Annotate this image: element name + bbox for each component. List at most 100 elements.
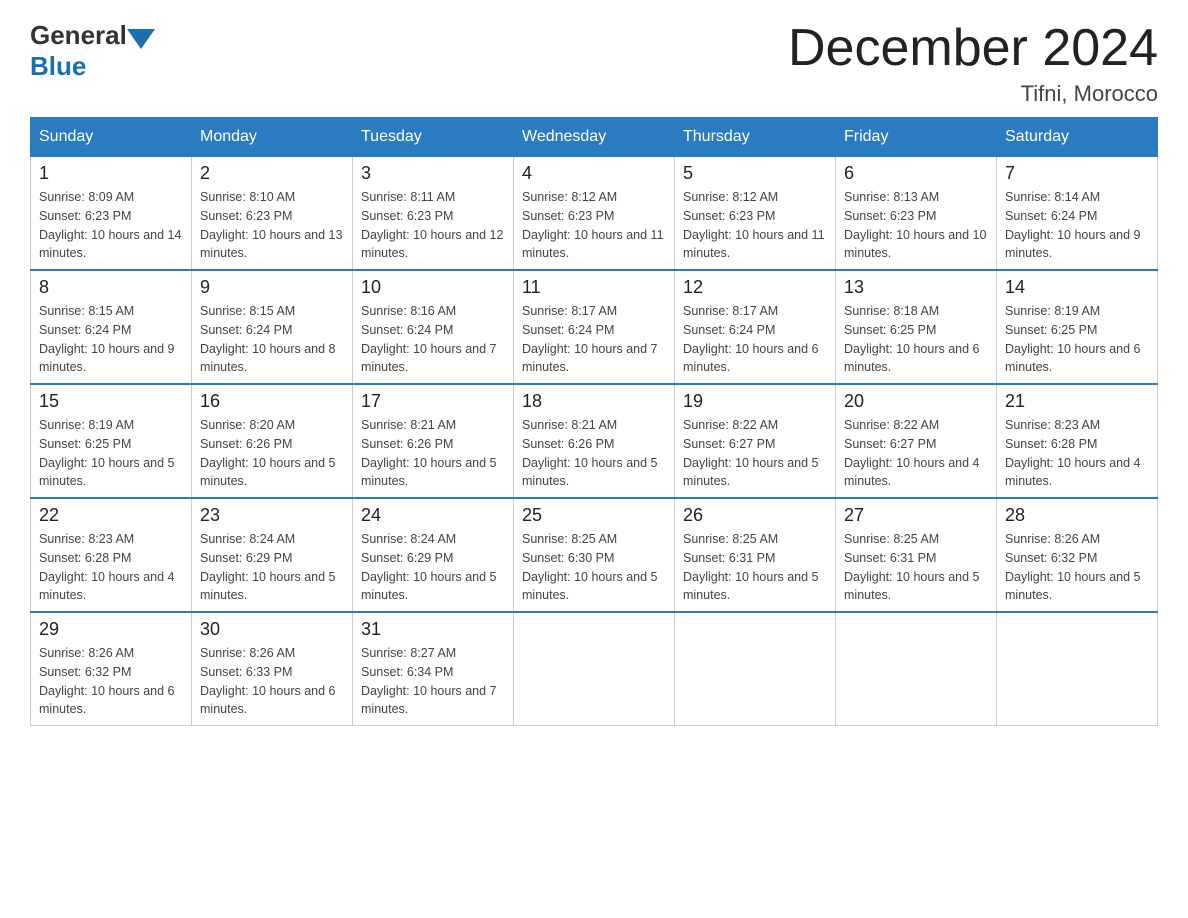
day-number: 3 (361, 163, 505, 184)
calendar-cell (997, 612, 1158, 726)
calendar-cell: 4 Sunrise: 8:12 AM Sunset: 6:23 PM Dayli… (514, 157, 675, 271)
calendar-cell: 15 Sunrise: 8:19 AM Sunset: 6:25 PM Dayl… (31, 384, 192, 498)
day-info: Sunrise: 8:26 AM Sunset: 6:32 PM Dayligh… (1005, 530, 1149, 605)
day-info: Sunrise: 8:12 AM Sunset: 6:23 PM Dayligh… (522, 188, 666, 263)
day-number: 27 (844, 505, 988, 526)
day-info: Sunrise: 8:25 AM Sunset: 6:30 PM Dayligh… (522, 530, 666, 605)
day-info: Sunrise: 8:20 AM Sunset: 6:26 PM Dayligh… (200, 416, 344, 491)
day-number: 24 (361, 505, 505, 526)
day-info: Sunrise: 8:14 AM Sunset: 6:24 PM Dayligh… (1005, 188, 1149, 263)
calendar-cell: 10 Sunrise: 8:16 AM Sunset: 6:24 PM Dayl… (353, 270, 514, 384)
day-info: Sunrise: 8:10 AM Sunset: 6:23 PM Dayligh… (200, 188, 344, 263)
calendar-cell: 17 Sunrise: 8:21 AM Sunset: 6:26 PM Dayl… (353, 384, 514, 498)
calendar-cell: 24 Sunrise: 8:24 AM Sunset: 6:29 PM Dayl… (353, 498, 514, 612)
day-info: Sunrise: 8:09 AM Sunset: 6:23 PM Dayligh… (39, 188, 183, 263)
calendar-header-row: Sunday Monday Tuesday Wednesday Thursday… (31, 118, 1158, 157)
day-info: Sunrise: 8:22 AM Sunset: 6:27 PM Dayligh… (683, 416, 827, 491)
day-number: 10 (361, 277, 505, 298)
logo-blue-text: Blue (30, 51, 86, 82)
day-number: 22 (39, 505, 183, 526)
day-number: 2 (200, 163, 344, 184)
col-monday: Monday (192, 118, 353, 157)
logo: General Blue (30, 20, 155, 82)
day-info: Sunrise: 8:23 AM Sunset: 6:28 PM Dayligh… (39, 530, 183, 605)
day-number: 1 (39, 163, 183, 184)
week-row-3: 15 Sunrise: 8:19 AM Sunset: 6:25 PM Dayl… (31, 384, 1158, 498)
day-info: Sunrise: 8:13 AM Sunset: 6:23 PM Dayligh… (844, 188, 988, 263)
day-info: Sunrise: 8:21 AM Sunset: 6:26 PM Dayligh… (522, 416, 666, 491)
day-number: 25 (522, 505, 666, 526)
logo-general-text: General (30, 20, 127, 51)
calendar-cell: 6 Sunrise: 8:13 AM Sunset: 6:23 PM Dayli… (836, 157, 997, 271)
day-info: Sunrise: 8:12 AM Sunset: 6:23 PM Dayligh… (683, 188, 827, 263)
week-row-4: 22 Sunrise: 8:23 AM Sunset: 6:28 PM Dayl… (31, 498, 1158, 612)
calendar-cell: 1 Sunrise: 8:09 AM Sunset: 6:23 PM Dayli… (31, 157, 192, 271)
calendar-cell: 7 Sunrise: 8:14 AM Sunset: 6:24 PM Dayli… (997, 157, 1158, 271)
day-number: 17 (361, 391, 505, 412)
calendar-cell: 27 Sunrise: 8:25 AM Sunset: 6:31 PM Dayl… (836, 498, 997, 612)
calendar-cell: 12 Sunrise: 8:17 AM Sunset: 6:24 PM Dayl… (675, 270, 836, 384)
day-info: Sunrise: 8:19 AM Sunset: 6:25 PM Dayligh… (1005, 302, 1149, 377)
calendar-cell: 19 Sunrise: 8:22 AM Sunset: 6:27 PM Dayl… (675, 384, 836, 498)
day-info: Sunrise: 8:21 AM Sunset: 6:26 PM Dayligh… (361, 416, 505, 491)
title-block: December 2024 Tifni, Morocco (788, 20, 1158, 107)
week-row-2: 8 Sunrise: 8:15 AM Sunset: 6:24 PM Dayli… (31, 270, 1158, 384)
day-info: Sunrise: 8:15 AM Sunset: 6:24 PM Dayligh… (39, 302, 183, 377)
calendar-cell: 3 Sunrise: 8:11 AM Sunset: 6:23 PM Dayli… (353, 157, 514, 271)
calendar-cell: 29 Sunrise: 8:26 AM Sunset: 6:32 PM Dayl… (31, 612, 192, 726)
day-number: 18 (522, 391, 666, 412)
calendar-cell: 13 Sunrise: 8:18 AM Sunset: 6:25 PM Dayl… (836, 270, 997, 384)
col-tuesday: Tuesday (353, 118, 514, 157)
day-number: 12 (683, 277, 827, 298)
calendar-cell: 22 Sunrise: 8:23 AM Sunset: 6:28 PM Dayl… (31, 498, 192, 612)
day-number: 23 (200, 505, 344, 526)
day-info: Sunrise: 8:17 AM Sunset: 6:24 PM Dayligh… (522, 302, 666, 377)
day-info: Sunrise: 8:26 AM Sunset: 6:32 PM Dayligh… (39, 644, 183, 719)
day-info: Sunrise: 8:16 AM Sunset: 6:24 PM Dayligh… (361, 302, 505, 377)
calendar-cell: 14 Sunrise: 8:19 AM Sunset: 6:25 PM Dayl… (997, 270, 1158, 384)
day-info: Sunrise: 8:24 AM Sunset: 6:29 PM Dayligh… (200, 530, 344, 605)
day-number: 14 (1005, 277, 1149, 298)
day-info: Sunrise: 8:26 AM Sunset: 6:33 PM Dayligh… (200, 644, 344, 719)
col-wednesday: Wednesday (514, 118, 675, 157)
calendar-cell: 2 Sunrise: 8:10 AM Sunset: 6:23 PM Dayli… (192, 157, 353, 271)
month-title: December 2024 (788, 20, 1158, 77)
calendar-cell: 23 Sunrise: 8:24 AM Sunset: 6:29 PM Dayl… (192, 498, 353, 612)
day-number: 21 (1005, 391, 1149, 412)
calendar-cell: 9 Sunrise: 8:15 AM Sunset: 6:24 PM Dayli… (192, 270, 353, 384)
calendar-cell (836, 612, 997, 726)
calendar-cell: 20 Sunrise: 8:22 AM Sunset: 6:27 PM Dayl… (836, 384, 997, 498)
day-info: Sunrise: 8:17 AM Sunset: 6:24 PM Dayligh… (683, 302, 827, 377)
calendar-cell: 28 Sunrise: 8:26 AM Sunset: 6:32 PM Dayl… (997, 498, 1158, 612)
day-number: 28 (1005, 505, 1149, 526)
calendar-cell (675, 612, 836, 726)
calendar-cell: 30 Sunrise: 8:26 AM Sunset: 6:33 PM Dayl… (192, 612, 353, 726)
location-subtitle: Tifni, Morocco (788, 81, 1158, 107)
calendar-cell (514, 612, 675, 726)
day-info: Sunrise: 8:25 AM Sunset: 6:31 PM Dayligh… (683, 530, 827, 605)
day-info: Sunrise: 8:25 AM Sunset: 6:31 PM Dayligh… (844, 530, 988, 605)
col-friday: Friday (836, 118, 997, 157)
day-info: Sunrise: 8:11 AM Sunset: 6:23 PM Dayligh… (361, 188, 505, 263)
week-row-1: 1 Sunrise: 8:09 AM Sunset: 6:23 PM Dayli… (31, 157, 1158, 271)
day-info: Sunrise: 8:22 AM Sunset: 6:27 PM Dayligh… (844, 416, 988, 491)
day-number: 16 (200, 391, 344, 412)
day-info: Sunrise: 8:24 AM Sunset: 6:29 PM Dayligh… (361, 530, 505, 605)
day-number: 31 (361, 619, 505, 640)
day-number: 13 (844, 277, 988, 298)
day-number: 20 (844, 391, 988, 412)
logo-arrow-icon (127, 29, 155, 49)
page-header: General Blue December 2024 Tifni, Morocc… (30, 20, 1158, 107)
calendar-cell: 16 Sunrise: 8:20 AM Sunset: 6:26 PM Dayl… (192, 384, 353, 498)
day-info: Sunrise: 8:23 AM Sunset: 6:28 PM Dayligh… (1005, 416, 1149, 491)
calendar-cell: 31 Sunrise: 8:27 AM Sunset: 6:34 PM Dayl… (353, 612, 514, 726)
calendar-cell: 5 Sunrise: 8:12 AM Sunset: 6:23 PM Dayli… (675, 157, 836, 271)
day-info: Sunrise: 8:18 AM Sunset: 6:25 PM Dayligh… (844, 302, 988, 377)
day-number: 4 (522, 163, 666, 184)
day-number: 19 (683, 391, 827, 412)
day-info: Sunrise: 8:15 AM Sunset: 6:24 PM Dayligh… (200, 302, 344, 377)
day-info: Sunrise: 8:19 AM Sunset: 6:25 PM Dayligh… (39, 416, 183, 491)
day-number: 30 (200, 619, 344, 640)
day-info: Sunrise: 8:27 AM Sunset: 6:34 PM Dayligh… (361, 644, 505, 719)
week-row-5: 29 Sunrise: 8:26 AM Sunset: 6:32 PM Dayl… (31, 612, 1158, 726)
